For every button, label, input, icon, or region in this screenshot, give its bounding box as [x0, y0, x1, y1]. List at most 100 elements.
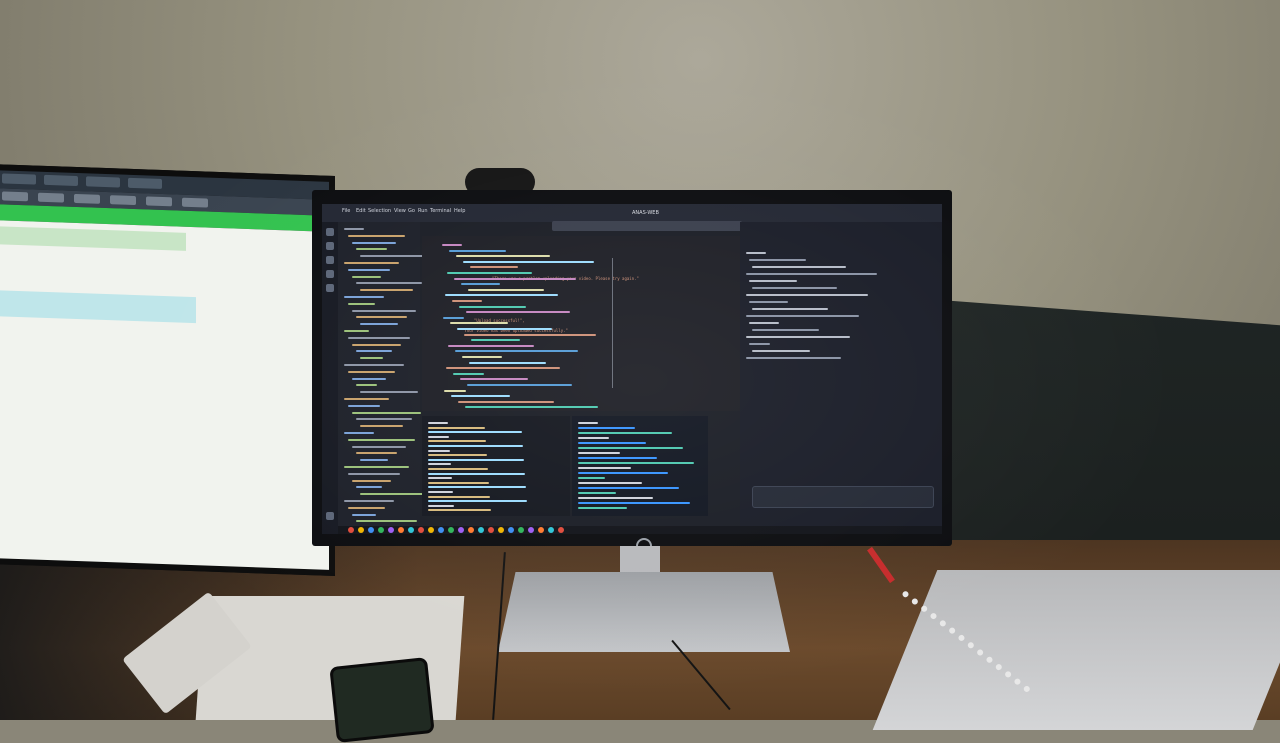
- text-line: [352, 479, 391, 482]
- text-line: [457, 328, 552, 330]
- left-monitor: [0, 163, 335, 577]
- text-line: [752, 308, 828, 310]
- menu-terminal[interactable]: Terminal: [430, 208, 451, 214]
- text-line: [352, 343, 401, 346]
- menu-go[interactable]: Go: [408, 208, 415, 214]
- taskbar-app-icon[interactable]: [458, 527, 464, 533]
- editor-ruler: [612, 258, 613, 388]
- terminal-left[interactable]: [422, 416, 570, 516]
- taskbar-app-icon[interactable]: [548, 527, 554, 533]
- text-line: [360, 425, 403, 428]
- text-line: [428, 440, 486, 443]
- taskbar-app-icon[interactable]: [528, 527, 534, 533]
- text-line: [462, 356, 502, 358]
- taskbar-app-icon[interactable]: [378, 527, 384, 533]
- text-line: [470, 266, 518, 269]
- files-icon[interactable]: [326, 228, 334, 236]
- taskbar-app-icon[interactable]: [398, 527, 404, 533]
- text-line: [458, 400, 554, 403]
- command-center-search[interactable]: [552, 221, 742, 231]
- taskbar-app-icon[interactable]: [518, 527, 524, 533]
- taskbar-app-icon[interactable]: [498, 527, 504, 533]
- bookmark-item[interactable]: [110, 195, 136, 206]
- browser-tab[interactable]: [86, 176, 120, 188]
- bookmark-item[interactable]: [2, 191, 28, 202]
- bookmark-item[interactable]: [74, 193, 100, 204]
- text-line: [454, 277, 576, 280]
- text-line: [356, 452, 397, 455]
- browser-tab[interactable]: [2, 173, 36, 185]
- terminal-right[interactable]: [572, 416, 708, 516]
- menu-file[interactable]: File: [342, 208, 350, 214]
- menu-help[interactable]: Help: [454, 208, 465, 214]
- text-line: [348, 438, 415, 441]
- text-line: [348, 302, 375, 305]
- text-line: [344, 330, 369, 332]
- browser-tab[interactable]: [44, 174, 78, 187]
- text-line: [428, 472, 525, 475]
- text-line: [356, 384, 377, 387]
- text-line: [428, 463, 451, 466]
- text-line: [465, 406, 598, 409]
- text-line: [428, 504, 454, 507]
- file-explorer: [338, 222, 428, 534]
- taskbar: [338, 526, 942, 534]
- taskbar-app-icon[interactable]: [368, 527, 374, 533]
- text-line: [352, 411, 421, 414]
- taskbar-app-icon[interactable]: [448, 527, 454, 533]
- text-line: [467, 384, 572, 386]
- text-line: [444, 389, 466, 392]
- taskbar-app-icon[interactable]: [488, 527, 494, 533]
- taskbar-app-icon[interactable]: [348, 527, 354, 533]
- menu-selection[interactable]: Selection: [368, 208, 391, 214]
- taskbar-app-icon[interactable]: [408, 527, 414, 533]
- chat-input[interactable]: [752, 486, 934, 508]
- text-line: [428, 500, 527, 503]
- taskbar-app-icon[interactable]: [508, 527, 514, 533]
- account-icon[interactable]: [326, 512, 334, 520]
- search-icon[interactable]: [326, 242, 334, 250]
- text-line: [453, 372, 484, 375]
- debug-icon[interactable]: [326, 270, 334, 278]
- text-line: [360, 323, 398, 326]
- text-line: [443, 316, 464, 319]
- text-line: [348, 472, 400, 475]
- browser-tab[interactable]: [128, 177, 162, 189]
- taskbar-app-icon[interactable]: [428, 527, 434, 533]
- extensions-icon[interactable]: [326, 284, 334, 292]
- text-line: [578, 492, 616, 494]
- taskbar-app-icon[interactable]: [558, 527, 564, 533]
- code-editor[interactable]: "There was a problem uploading your vide…: [422, 236, 740, 411]
- taskbar-app-icon[interactable]: [438, 527, 444, 533]
- taskbar-app-icon[interactable]: [418, 527, 424, 533]
- text-line: [428, 509, 491, 512]
- text-line: [468, 288, 544, 291]
- text-line: [356, 486, 382, 489]
- chat-panel: [740, 222, 942, 534]
- text-line: [578, 447, 683, 449]
- text-line: [460, 378, 528, 381]
- monitor-screen: File Edit Selection View Go Run Terminal…: [322, 204, 942, 534]
- window-title: ANAS-WEB: [632, 210, 659, 216]
- menu-run[interactable]: Run: [418, 208, 428, 214]
- taskbar-app-icon[interactable]: [358, 527, 364, 533]
- taskbar-app-icon[interactable]: [468, 527, 474, 533]
- bookmark-item[interactable]: [182, 197, 208, 208]
- text-line: [344, 364, 404, 366]
- bookmark-item[interactable]: [146, 196, 172, 207]
- text-line: [578, 442, 646, 444]
- bookmark-item[interactable]: [38, 192, 64, 203]
- text-line: [352, 513, 376, 516]
- text-line: [344, 228, 364, 230]
- text-line: [428, 449, 450, 452]
- text-line: [578, 422, 598, 424]
- menu-view[interactable]: View: [394, 208, 406, 214]
- text-line: [428, 454, 487, 457]
- taskbar-app-icon[interactable]: [538, 527, 544, 533]
- source-control-icon[interactable]: [326, 256, 334, 264]
- highlight-row: [0, 290, 196, 324]
- menu-edit[interactable]: Edit: [356, 208, 366, 214]
- text-line: [578, 477, 605, 479]
- taskbar-app-icon[interactable]: [388, 527, 394, 533]
- taskbar-app-icon[interactable]: [478, 527, 484, 533]
